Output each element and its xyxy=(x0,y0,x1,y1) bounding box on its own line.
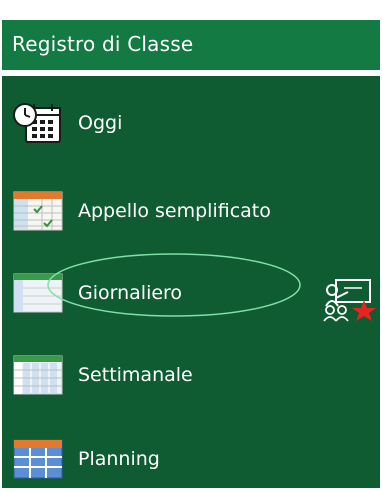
daily-register-icon xyxy=(13,273,63,313)
teacher-lesson-star-icon[interactable] xyxy=(322,278,378,322)
menu-label-planning: Planning xyxy=(78,448,160,470)
menu-item-planning[interactable]: Planning xyxy=(2,430,380,486)
planning-grid-icon xyxy=(13,439,63,479)
menu-label-oggi: Oggi xyxy=(78,112,123,134)
weekly-register-icon xyxy=(13,355,63,395)
menu-item-settimanale[interactable]: Settimanale xyxy=(2,346,380,402)
header-title: Registro di Classe xyxy=(12,32,194,56)
menu-item-appello-semplificato[interactable]: Appello semplificato xyxy=(2,182,380,238)
menu-label-settimanale: Settimanale xyxy=(78,364,193,386)
app-frame: Registro di Classe Oggi Appello semplifi… xyxy=(0,0,382,491)
menu-item-oggi[interactable]: Oggi xyxy=(2,94,380,150)
menu-label-appello-semplificato: Appello semplificato xyxy=(78,200,271,222)
menu-panel: Oggi Appello semplificato Giornaliero Se… xyxy=(2,76,380,488)
attendance-sheet-icon xyxy=(13,191,63,231)
registro-header: Registro di Classe xyxy=(2,20,380,72)
calendar-clock-icon xyxy=(13,103,61,143)
menu-label-giornaliero: Giornaliero xyxy=(78,282,183,304)
